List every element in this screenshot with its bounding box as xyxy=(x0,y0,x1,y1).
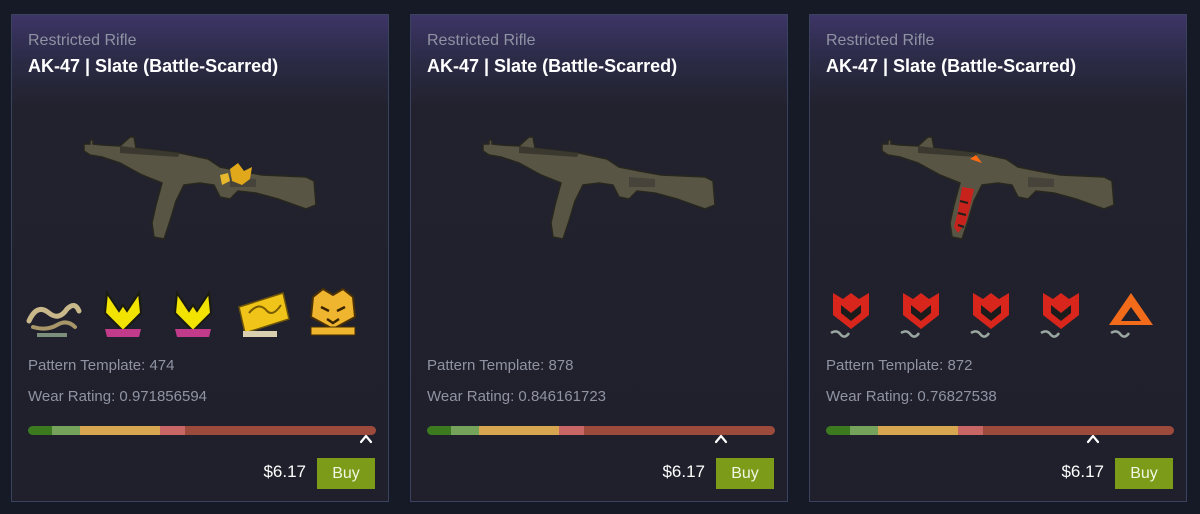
vitality-bee-sticker-icon[interactable] xyxy=(93,283,153,343)
wear-rating: Wear Rating: 0.846161723 xyxy=(427,388,607,405)
price: $6.17 xyxy=(1061,462,1104,481)
ak47-rifle-image[interactable] xyxy=(80,115,320,245)
wear-rating: Wear Rating: 0.76827538 xyxy=(826,388,997,405)
pattern-template: Pattern Template: 878 xyxy=(427,357,574,374)
wear-segment-field-tested xyxy=(80,426,161,435)
wear-segment-well-worn xyxy=(160,426,185,435)
wear-segment-well-worn xyxy=(958,426,983,435)
price: $6.17 xyxy=(662,462,705,481)
rarity-label: Restricted Rifle xyxy=(826,32,935,49)
wear-segment-field-tested xyxy=(878,426,959,435)
buy-button[interactable]: Buy xyxy=(1115,458,1173,489)
vitality-bee-sticker-icon[interactable] xyxy=(163,283,223,343)
sticker-row xyxy=(18,283,368,343)
listing-card: Restricted Rifle AK-47 | Slate (Battle-S… xyxy=(11,14,389,502)
wear-segment-field-tested xyxy=(479,426,560,435)
wear-segment-minimal-wear xyxy=(52,426,81,435)
wear-bar xyxy=(826,426,1174,435)
wear-segment-factory-new xyxy=(28,426,53,435)
item-name[interactable]: AK-47 | Slate (Battle-Scarred) xyxy=(427,56,677,77)
wear-segment-battle-scarred xyxy=(583,426,775,435)
mouz-sticker-icon[interactable] xyxy=(1031,283,1091,343)
wear-rating: Wear Rating: 0.971856594 xyxy=(28,388,208,405)
mouz-sticker-icon[interactable] xyxy=(891,283,951,343)
buy-button[interactable]: Buy xyxy=(716,458,774,489)
buy-button[interactable]: Buy xyxy=(317,458,375,489)
listing-card: Restricted Rifle AK-47 | Slate (Battle-S… xyxy=(809,14,1187,502)
wear-segment-battle-scarred xyxy=(184,426,376,435)
lynn-vision-tiger-sticker-icon[interactable] xyxy=(303,283,363,343)
wear-bar xyxy=(28,426,376,435)
wear-segment-battle-scarred xyxy=(982,426,1174,435)
item-name[interactable]: AK-47 | Slate (Battle-Scarred) xyxy=(28,56,278,77)
wear-segment-minimal-wear xyxy=(451,426,480,435)
ak47-rifle-image[interactable] xyxy=(479,115,719,245)
listing-card: Restricted Rifle AK-47 | Slate (Battle-S… xyxy=(410,14,788,502)
rarity-label: Restricted Rifle xyxy=(427,32,536,49)
wear-segment-factory-new xyxy=(826,426,851,435)
dragon-sticker-icon[interactable] xyxy=(23,283,83,343)
wear-pointer-icon xyxy=(1087,434,1100,444)
mouz-sticker-icon[interactable] xyxy=(961,283,1021,343)
wear-pointer-icon xyxy=(715,434,728,444)
pattern-template: Pattern Template: 474 xyxy=(28,357,175,374)
pattern-template: Pattern Template: 872 xyxy=(826,357,973,374)
wear-segment-well-worn xyxy=(559,426,584,435)
ak47-rifle-image[interactable] xyxy=(878,115,1118,245)
wear-pointer-icon xyxy=(360,434,373,444)
mouz-sticker-icon[interactable] xyxy=(821,283,881,343)
wear-segment-factory-new xyxy=(427,426,452,435)
wear-segment-minimal-wear xyxy=(850,426,879,435)
orange-triangle-sticker-icon[interactable] xyxy=(1101,283,1161,343)
sticker-row xyxy=(816,283,1166,343)
price: $6.17 xyxy=(263,462,306,481)
item-name[interactable]: AK-47 | Slate (Battle-Scarred) xyxy=(826,56,1076,77)
rarity-label: Restricted Rifle xyxy=(28,32,137,49)
champion-banner-sticker-icon[interactable] xyxy=(233,283,293,343)
